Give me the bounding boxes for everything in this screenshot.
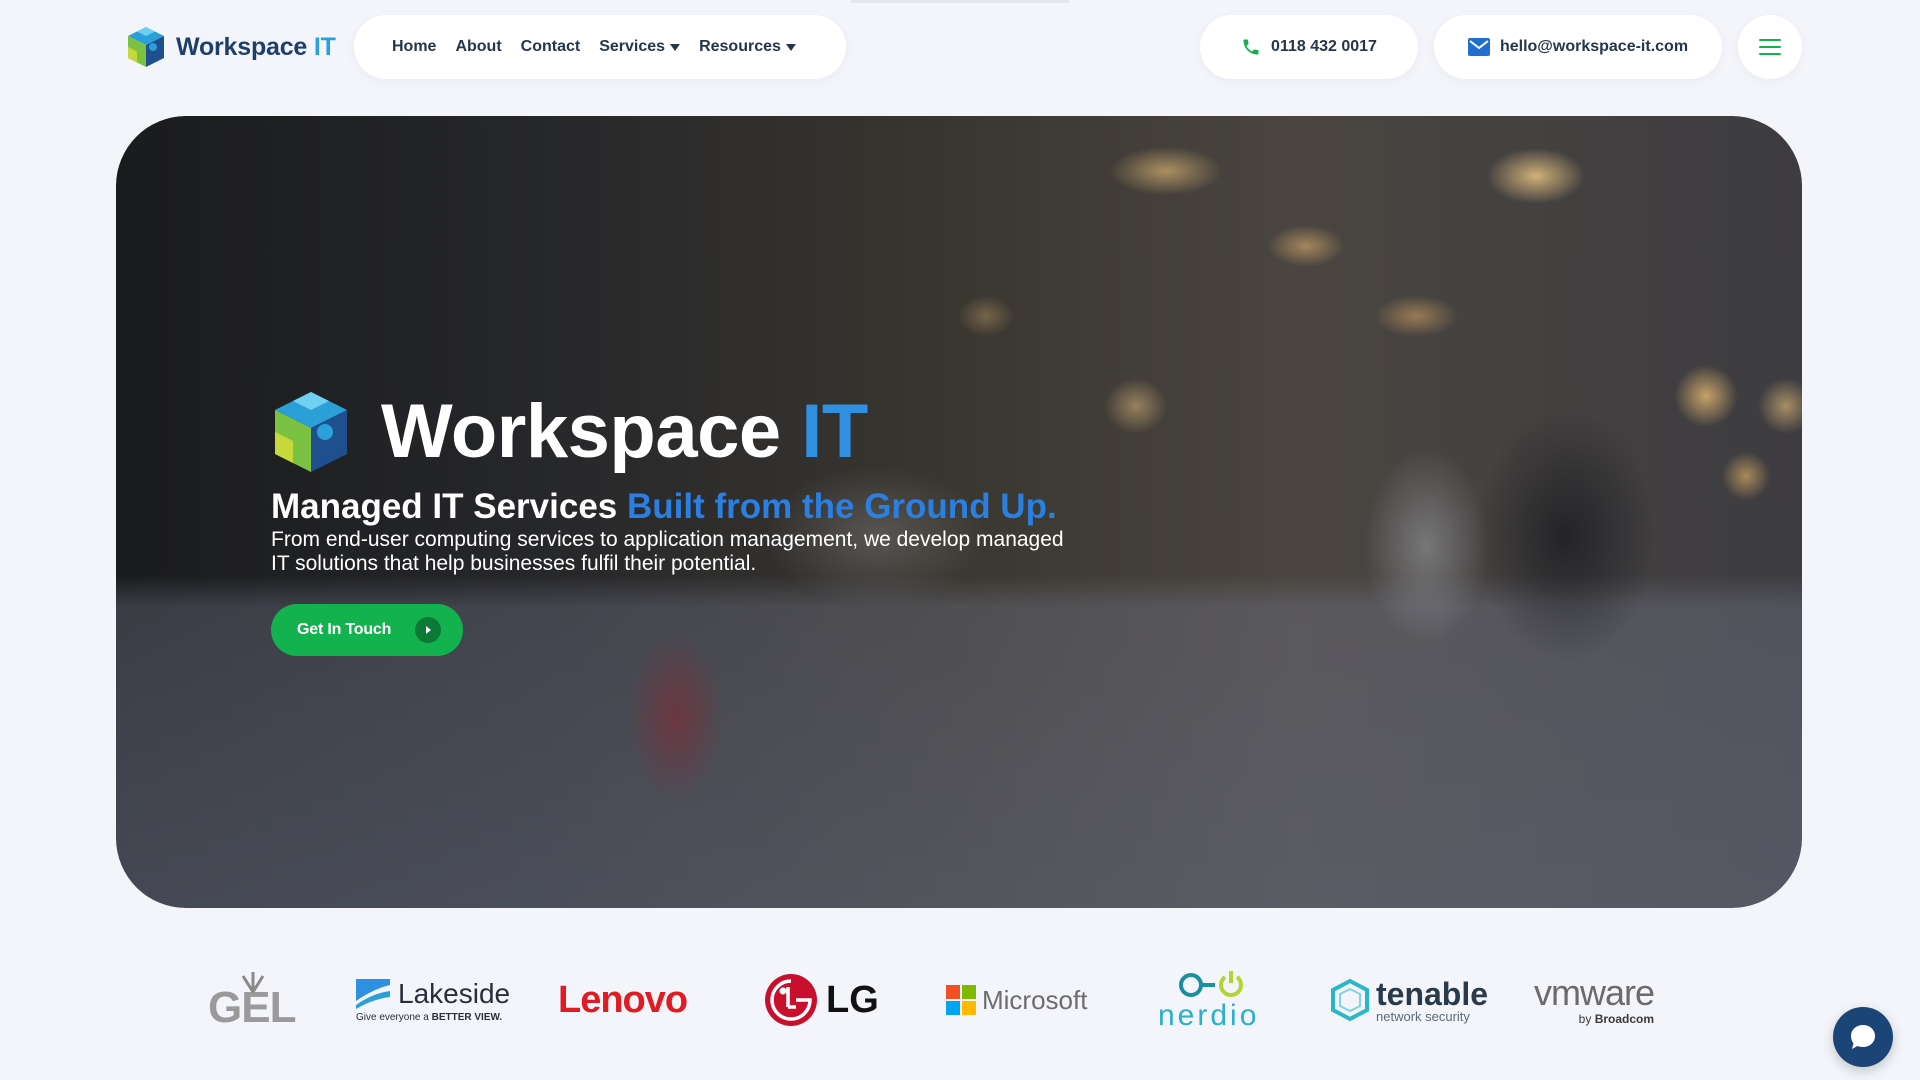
phone-link[interactable]: 0118 432 0017 [1200,15,1418,79]
hero-title: Managed IT Services Built from the Groun… [271,487,1057,526]
partner-lakeside-text: Lakeside [398,977,511,1009]
chat-bubble-icon [1851,1025,1875,1049]
partner-lenovo-text: Lenovo [558,978,688,1021]
vmware-tagline: by Broadcom [1578,1012,1655,1026]
partner-lenovo-logo: Lenovo [558,960,688,1040]
hamburger-menu-button[interactable] [1738,15,1802,79]
nav-home[interactable]: Home [392,38,436,56]
get-in-touch-button[interactable]: Get In Touch [271,604,463,656]
live-chat-button[interactable] [1833,1007,1893,1067]
partner-tenable-logo: tenable network security [1330,960,1488,1040]
partner-vmware-logo: vmware by Broadcom [1534,960,1655,1040]
nav-about[interactable]: About [455,38,501,56]
cta-label: Get In Touch [297,621,392,638]
site-logo[interactable]: Workspace IT [126,24,336,70]
microsoft-squares-icon [946,985,976,1015]
lg-face-icon [765,974,817,1026]
phone-number: 0118 432 0017 [1271,38,1377,55]
hero-logo-cube-icon [275,392,347,472]
hero-wordmark: Workspace IT [381,389,868,474]
partner-vmware-text: vmware [1534,972,1655,1013]
nerdio-power-icon [1178,971,1243,997]
partner-lg-text: LG [826,978,879,1021]
partner-logos: GEL Lakeside Give everyone a BETTER VIEW… [200,960,1680,1040]
hero-banner: Workspace IT Managed IT Services Built f… [116,116,1802,908]
tenable-hexagon-icon [1331,979,1369,1021]
partner-gel-logo: GEL [208,960,296,1040]
main-nav: Home About Contact Services Resources [354,15,846,79]
nav-contact[interactable]: Contact [521,38,581,56]
mail-icon [1467,38,1490,56]
lakeside-wave-icon [356,978,390,1009]
gel-sunburst-icon [241,972,265,993]
hero-content: Workspace IT Managed IT Services Built f… [271,386,1171,656]
hamburger-menu-icon [1759,39,1781,55]
nav-resources-label: Resources [699,38,781,55]
hero-description: From end-user computing services to appl… [271,528,1064,575]
phone-icon [1243,39,1259,55]
caret-down-icon [785,43,796,51]
logo-cube-icon [128,27,164,67]
email-address: hello@workspace-it.com [1499,38,1689,55]
partner-tenable-text: tenable [1376,975,1489,1012]
chevron-right-icon [415,617,441,643]
nav-services[interactable]: Services [599,38,681,56]
partner-nerdio-logo: nerdio [1158,960,1259,1040]
site-header: Workspace IT Home About Contact Services… [0,0,1920,100]
nav-services-label: Services [599,38,666,55]
lakeside-mark: Lakeside [356,978,510,1010]
logo-wordmark: Workspace IT [176,32,336,61]
tenable-wordmark: tenable network security [1376,978,1488,1023]
partner-microsoft-text: Microsoft [982,984,1088,1015]
caret-down-icon [670,43,681,51]
partner-lakeside-logo: Lakeside Give everyone a BETTER VIEW. [356,960,510,1040]
hero-brand: Workspace IT [271,386,1171,478]
nav-resources[interactable]: Resources [699,38,796,56]
partner-microsoft-logo: Microsoft [946,960,1087,1040]
tenable-tagline: network security [1376,1008,1470,1024]
partner-nerdio-text: nerdio [1158,999,1260,1032]
partner-lg-logo: LG [764,960,879,1040]
email-link[interactable]: hello@workspace-it.com [1434,15,1722,79]
lakeside-tagline: Give everyone a BETTER VIEW. [356,1011,503,1023]
